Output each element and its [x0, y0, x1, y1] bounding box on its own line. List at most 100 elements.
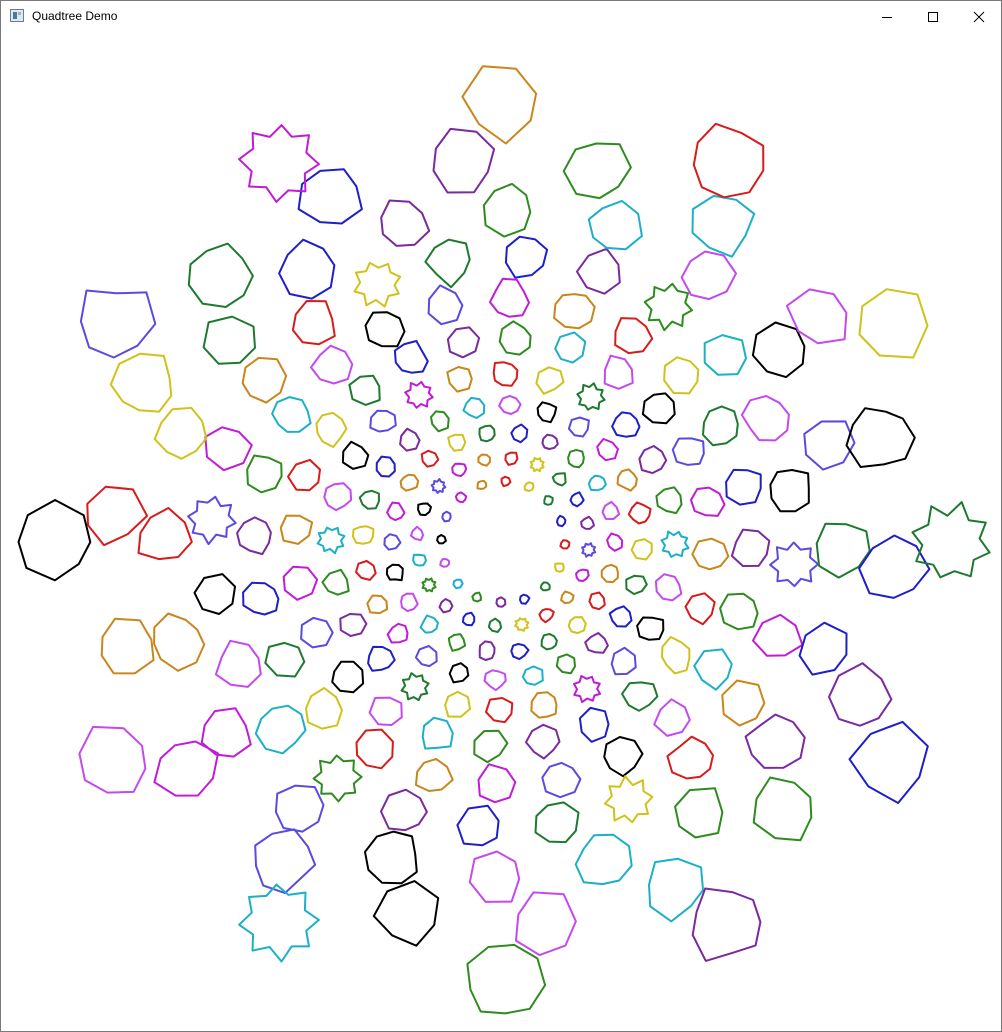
- blob-shape: [606, 532, 624, 552]
- blob-shape: [751, 321, 806, 379]
- blob-shape: [498, 394, 522, 415]
- blob-shape: [730, 528, 771, 567]
- blob-shape: [323, 482, 353, 512]
- blob-shape: [541, 761, 582, 799]
- blob-shape: [439, 558, 450, 568]
- blob-shape: [419, 614, 439, 634]
- blob-shape: [355, 728, 394, 770]
- blob-shape: [654, 573, 683, 602]
- blob-shape: [456, 804, 500, 847]
- blob-shape: [630, 538, 653, 561]
- blob-shape: [399, 473, 420, 492]
- blob-shape: [399, 427, 421, 452]
- app-window: Quadtree Demo: [0, 0, 1002, 1032]
- blob-shape: [424, 238, 471, 289]
- blob-shape: [291, 300, 336, 346]
- quadtree-shapes: [17, 65, 991, 1015]
- blob-shape: [393, 340, 429, 374]
- blob-shape: [600, 563, 619, 584]
- blob-shape: [279, 514, 314, 545]
- blob-shape: [471, 591, 482, 603]
- star-shape: [404, 380, 434, 409]
- blob-shape: [473, 729, 509, 764]
- star-shape: [643, 282, 693, 332]
- blob-shape: [358, 489, 380, 510]
- blob-shape: [587, 474, 607, 492]
- blob-shape: [109, 352, 173, 413]
- blob-shape: [567, 416, 590, 438]
- blob-shape: [603, 354, 634, 390]
- blob-shape: [366, 594, 389, 615]
- blob-shape: [264, 641, 306, 678]
- blob-shape: [482, 182, 532, 238]
- blob-shape: [584, 632, 609, 654]
- blob-shape: [153, 406, 208, 460]
- blob-shape: [241, 356, 288, 404]
- blob-shape: [446, 366, 473, 393]
- blob-shape: [769, 469, 810, 513]
- blob-shape: [386, 501, 406, 522]
- blob-shape: [287, 458, 321, 492]
- blob-shape: [543, 495, 554, 506]
- blob-shape: [478, 640, 496, 661]
- star-shape: [316, 526, 346, 555]
- blob-shape: [415, 757, 454, 792]
- blob-shape: [610, 646, 637, 676]
- blob-shape: [368, 696, 403, 726]
- window-title: Quadtree Demo: [32, 9, 118, 23]
- blob-shape: [383, 533, 402, 551]
- blob-shape: [278, 238, 336, 300]
- blob-shape: [348, 374, 381, 406]
- blob-shape: [202, 315, 256, 365]
- blob-shape: [446, 326, 481, 359]
- close-button[interactable]: [956, 1, 1002, 32]
- blob-shape: [603, 736, 644, 778]
- blob-shape: [596, 438, 619, 462]
- blob-shape: [616, 468, 638, 492]
- maximize-button[interactable]: [910, 1, 956, 32]
- blob-shape: [601, 500, 621, 520]
- blob-shape: [553, 293, 596, 330]
- title-bar[interactable]: Quadtree Demo: [1, 1, 1001, 32]
- blob-shape: [848, 720, 929, 804]
- blob-shape: [575, 568, 590, 582]
- blob-shape: [567, 616, 587, 635]
- blob-shape: [519, 593, 531, 605]
- star-shape: [769, 541, 820, 588]
- blob-shape: [386, 622, 409, 644]
- blob-shape: [498, 320, 532, 356]
- blob-shape: [454, 491, 468, 504]
- blob-shape: [510, 643, 530, 661]
- blob-shape: [369, 409, 397, 433]
- blob-shape: [409, 525, 425, 542]
- blob-shape: [539, 581, 551, 592]
- blob-shape: [468, 850, 521, 903]
- blob-shape: [540, 633, 558, 651]
- blob-shape: [466, 943, 547, 1015]
- blob-shape: [242, 581, 280, 616]
- maximize-icon: [928, 11, 938, 22]
- star-shape: [660, 530, 690, 558]
- blob-shape: [627, 501, 652, 525]
- blob-shape: [648, 857, 704, 923]
- app-icon[interactable]: [10, 9, 24, 22]
- blob-shape: [372, 880, 440, 947]
- minimize-button[interactable]: [864, 1, 910, 32]
- blob-shape: [653, 698, 691, 737]
- blob-shape: [504, 451, 519, 466]
- blob-shape: [638, 445, 668, 475]
- blob-shape: [641, 392, 676, 425]
- blob-shape: [432, 127, 496, 194]
- minimize-icon: [882, 16, 892, 18]
- blob-shape: [752, 776, 813, 842]
- blob-shape: [560, 590, 575, 605]
- blob-shape: [447, 433, 467, 452]
- blob-shape: [828, 662, 893, 727]
- blob-shape: [204, 426, 253, 472]
- drawing-canvas[interactable]: [1, 32, 1001, 1031]
- blob-shape: [559, 539, 571, 550]
- blob-shape: [666, 735, 714, 780]
- blob-shape: [702, 405, 739, 447]
- blob-shape: [614, 317, 654, 355]
- blob-shape: [364, 311, 406, 348]
